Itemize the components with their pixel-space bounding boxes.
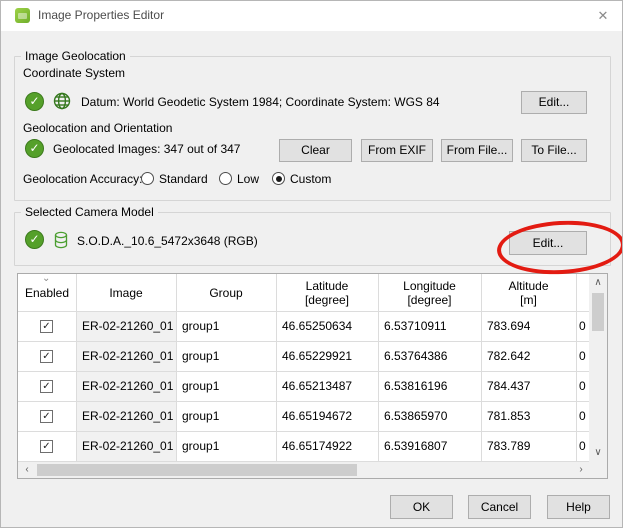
cell-altitude: 783.789 <box>487 439 531 453</box>
cell-latitude: 46.65229921 <box>282 349 353 363</box>
col-header-latitude[interactable]: Latitude [degree] <box>276 279 378 307</box>
table-row[interactable]: ✓ ER-02-21260_01... group1 46.65174922 6… <box>18 432 589 462</box>
vertical-scrollbar-thumb[interactable] <box>592 293 604 331</box>
cell-altitude: 781.853 <box>487 409 531 423</box>
globe-icon <box>53 92 71 110</box>
table-row[interactable]: ✓ ER-02-21260_01... group1 46.65250634 6… <box>18 312 589 342</box>
radio-custom[interactable] <box>272 172 285 185</box>
coordinate-system-label: Coordinate System <box>23 66 126 80</box>
row-enabled-checkbox[interactable]: ✓ <box>40 320 53 333</box>
coordinate-system-value: Datum: World Geodetic System 1984; Coord… <box>81 95 440 109</box>
col-header-enabled[interactable]: Enabled <box>18 286 76 300</box>
image-geolocation-group-title: Image Geolocation <box>21 49 130 63</box>
cell-image: ER-02-21260_01... <box>82 349 174 363</box>
ok-button[interactable]: OK <box>390 495 453 519</box>
row-enabled-checkbox[interactable]: ✓ <box>40 350 53 363</box>
cell-overflow: 0 <box>579 439 586 453</box>
status-ok-icon: ✓ <box>25 92 44 111</box>
help-button[interactable]: Help <box>547 495 610 519</box>
cell-group: group1 <box>182 319 220 333</box>
image-table: ⌄ Enabled Image Group Latitude [degree] L… <box>17 273 608 479</box>
window-title: Image Properties Editor <box>38 8 165 22</box>
table-header[interactable]: ⌄ Enabled Image Group Latitude [degree] L… <box>18 274 589 312</box>
radio-standard[interactable] <box>141 172 154 185</box>
horizontal-scrollbar-thumb[interactable] <box>37 464 357 476</box>
radio-low[interactable] <box>219 172 232 185</box>
cell-group: group1 <box>182 439 220 453</box>
cell-group: group1 <box>182 409 220 423</box>
table-row[interactable]: ✓ ER-02-21260_01... group1 46.65194672 6… <box>18 402 589 432</box>
radio-standard-label[interactable]: Standard <box>159 172 208 186</box>
cell-longitude: 6.53710911 <box>384 319 447 333</box>
cell-latitude: 46.65174922 <box>282 439 353 453</box>
geolocated-status: Geolocated Images: 347 out of 347 <box>53 142 241 156</box>
row-enabled-checkbox[interactable]: ✓ <box>40 440 53 453</box>
col-header-image[interactable]: Image <box>76 286 176 300</box>
from-file-button[interactable]: From File... <box>441 139 513 162</box>
cell-image: ER-02-21260_01... <box>82 379 174 393</box>
cell-altitude: 784.437 <box>487 379 531 393</box>
cell-overflow: 0 <box>579 409 586 423</box>
scroll-up-icon[interactable]: ∧ <box>589 277 607 288</box>
from-exif-button[interactable]: From EXIF <box>361 139 433 162</box>
camera-model-value: S.O.D.A._10.6_5472x3648 (RGB) <box>77 234 258 248</box>
cell-longitude: 6.53865970 <box>384 409 448 423</box>
app-icon <box>15 8 30 23</box>
cell-image: ER-02-21260_01... <box>82 439 174 453</box>
cell-overflow: 0 <box>579 319 586 333</box>
camera-model-group-title: Selected Camera Model <box>21 205 158 219</box>
cell-latitude: 46.65213487 <box>282 379 353 393</box>
row-enabled-checkbox[interactable]: ✓ <box>40 410 53 423</box>
cell-longitude: 6.53916807 <box>384 439 448 453</box>
radio-custom-label[interactable]: Custom <box>290 172 331 186</box>
cell-overflow: 0 <box>579 379 586 393</box>
close-icon[interactable]: ✕ <box>594 7 612 25</box>
scroll-right-icon[interactable]: › <box>574 464 588 475</box>
title-bar: Image Properties Editor ✕ <box>1 1 622 31</box>
to-file-button[interactable]: To File... <box>521 139 587 162</box>
col-header-altitude[interactable]: Altitude [m] <box>481 279 576 307</box>
radio-low-label[interactable]: Low <box>237 172 259 186</box>
scroll-left-icon[interactable]: ‹ <box>20 464 34 475</box>
cancel-button[interactable]: Cancel <box>468 495 531 519</box>
cell-longitude: 6.53816196 <box>384 379 448 393</box>
status-ok-icon: ✓ <box>25 230 44 249</box>
table-row[interactable]: ✓ ER-02-21260_01... group1 46.65213487 6… <box>18 372 589 402</box>
scroll-down-icon[interactable]: ∨ <box>589 447 607 458</box>
cell-altitude: 782.642 <box>487 349 531 363</box>
sort-indicator-icon: ⌄ <box>42 273 51 284</box>
cell-group: group1 <box>182 349 220 363</box>
clear-button[interactable]: Clear <box>279 139 352 162</box>
cell-latitude: 46.65250634 <box>282 319 353 333</box>
accuracy-label: Geolocation Accuracy: <box>23 172 143 186</box>
status-ok-icon: ✓ <box>25 139 44 158</box>
col-header-group[interactable]: Group <box>176 286 276 300</box>
cell-group: group1 <box>182 379 220 393</box>
camera-model-icon <box>54 231 68 249</box>
cell-latitude: 46.65194672 <box>282 409 353 423</box>
coordinate-system-edit-button[interactable]: Edit... <box>521 91 587 114</box>
cell-image: ER-02-21260_01... <box>82 319 174 333</box>
camera-model-edit-button[interactable]: Edit... <box>509 231 587 255</box>
cell-overflow: 0 <box>579 349 586 363</box>
col-header-longitude[interactable]: Longitude [degree] <box>378 279 481 307</box>
cell-altitude: 783.694 <box>487 319 531 333</box>
image-properties-editor-dialog: Image Properties Editor ✕ Image Geolocat… <box>0 0 623 528</box>
table-row[interactable]: ✓ ER-02-21260_01... group1 46.65229921 6… <box>18 342 589 372</box>
cell-longitude: 6.53764386 <box>384 349 448 363</box>
cell-image: ER-02-21260_01... <box>82 409 174 423</box>
row-enabled-checkbox[interactable]: ✓ <box>40 380 53 393</box>
orientation-label: Geolocation and Orientation <box>23 121 173 135</box>
